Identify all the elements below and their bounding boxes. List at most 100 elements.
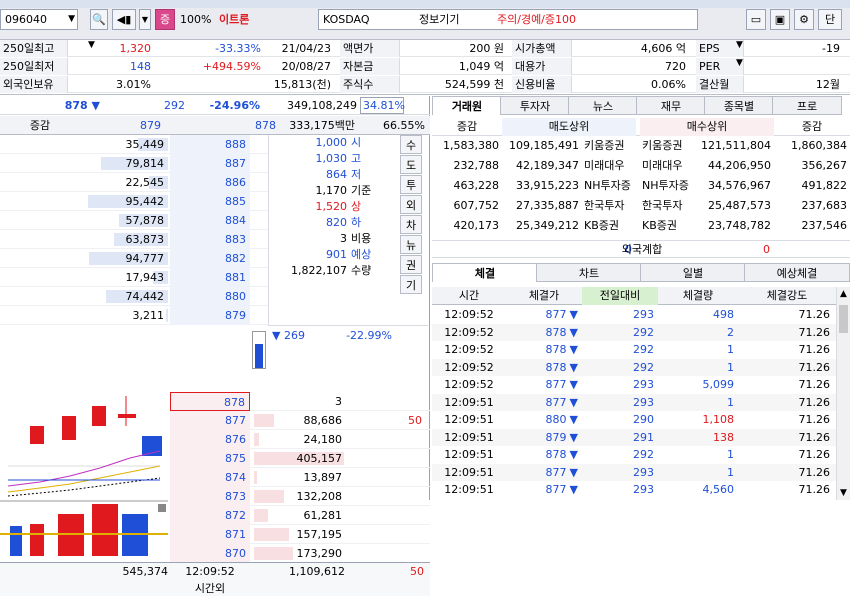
ask-price[interactable]: 888 <box>170 135 250 154</box>
ask-row[interactable]: 17,943 881 <box>0 268 268 287</box>
vertical-scrollbar[interactable]: ▲ ▼ <box>836 287 850 500</box>
trade-rows: 12:09:52 877 ▼ 293 498 71.26 12:09:52 878 ▼ 292 2 7… <box>432 306 836 500</box>
bid-price[interactable]: 872 <box>170 506 250 525</box>
bid-row[interactable]: 878 3 <box>170 392 430 411</box>
ask-price[interactable]: 881 <box>170 268 250 287</box>
ask-price[interactable]: 882 <box>170 249 250 268</box>
bid-row[interactable]: 873 132,208 <box>170 487 430 506</box>
bid-row[interactable]: 875 405,157 <box>170 449 430 468</box>
tab-0[interactable]: 거래원 <box>432 96 502 115</box>
chevron-down-icon[interactable]: ▼ <box>68 10 75 29</box>
trade-head-0[interactable]: 시간 <box>432 287 506 305</box>
info-v3: 4,606 억 <box>640 42 686 55</box>
broker-s-chg: 607,752 <box>453 199 500 212</box>
broker-head-buy-chg: 증감 <box>801 120 823 133</box>
chevron-down-icon[interactable]: ▼ <box>736 58 743 68</box>
ask-price[interactable]: 880 <box>170 287 250 306</box>
bid-price[interactable]: 876 <box>170 430 250 449</box>
gear-icon[interactable]: ⚙ <box>794 9 814 30</box>
ask-row[interactable]: 74,442 880 <box>0 287 268 306</box>
bid-price[interactable]: 870 <box>170 544 250 563</box>
bid-row[interactable]: 877 88,686 50 <box>170 411 430 430</box>
trade-head-1[interactable]: 체결가 <box>506 287 582 305</box>
down-arrow-icon: ▼ <box>569 308 578 321</box>
side-button[interactable]: 도 <box>400 155 422 174</box>
window-icon[interactable]: ▣ <box>770 9 790 30</box>
trade-head-4[interactable]: 체결강도 <box>738 287 836 305</box>
stat-value: 864 <box>326 168 347 181</box>
margin-pct: 100% <box>180 13 212 26</box>
scroll-up-icon[interactable]: ▲ <box>837 287 850 301</box>
broker-b-name[interactable]: 한국투자 <box>640 196 694 216</box>
broker-s-name[interactable]: 미래대우 <box>582 156 636 176</box>
ask-row[interactable]: 95,442 885 <box>0 192 268 211</box>
scroll-down-icon[interactable]: ▼ <box>837 486 850 500</box>
tab-1[interactable]: 투자자 <box>500 96 570 115</box>
chevron-down-icon[interactable]: ▼ <box>736 40 743 50</box>
ask-row[interactable]: 57,878 884 <box>0 211 268 230</box>
ask-row[interactable]: 94,777 882 <box>0 249 268 268</box>
bid-qty: 13,897 <box>303 471 343 484</box>
broker-s-name[interactable]: 키움증권 <box>582 136 636 156</box>
stock-code-input[interactable]: 096040 ▼ <box>0 9 78 30</box>
bid-price[interactable]: 871 <box>170 525 250 544</box>
bid-price[interactable]: 877 <box>170 411 250 430</box>
broker-b-name[interactable]: 미래대우 <box>640 156 694 176</box>
side-button[interactable]: 기 <box>400 275 422 294</box>
trade-tab-1[interactable]: 차트 <box>536 263 642 282</box>
bid-price[interactable]: 874 <box>170 468 250 487</box>
side-button[interactable]: 차 <box>400 215 422 234</box>
chevron-down-icon[interactable]: ▼ <box>139 9 151 30</box>
info-v4 <box>744 58 844 75</box>
broker-b-name[interactable]: KB증권 <box>640 216 694 236</box>
stat-row: 1,170 기준 <box>269 183 397 199</box>
ask-price[interactable]: 884 <box>170 211 250 230</box>
stat-row: 820 하 <box>269 215 397 231</box>
after-hours-button[interactable]: 시간외 <box>170 580 250 597</box>
side-button[interactable]: 수 <box>400 135 422 154</box>
tab-2[interactable]: 뉴스 <box>568 96 638 115</box>
bid-row[interactable]: 870 173,290 <box>170 544 430 563</box>
trade-head-3[interactable]: 체결량 <box>658 287 738 305</box>
bid-price[interactable]: 875 <box>170 449 250 468</box>
broker-b-qty: 25,487,573 <box>708 199 771 212</box>
ask-price[interactable]: 887 <box>170 154 250 173</box>
ask-row[interactable]: 63,873 883 <box>0 230 268 249</box>
side-button[interactable]: 뉴 <box>400 235 422 254</box>
trade-tab-2[interactable]: 일별 <box>640 263 746 282</box>
ask-price[interactable]: 886 <box>170 173 250 192</box>
layout-icon[interactable]: ▭ <box>746 9 766 30</box>
chevron-down-icon[interactable]: ▼ <box>88 40 95 50</box>
ask-row[interactable]: 3,211 879 <box>0 306 268 325</box>
single-button[interactable]: 단 <box>818 9 842 30</box>
side-button[interactable]: 권 <box>400 255 422 274</box>
tab-4[interactable]: 종목별 <box>704 96 774 115</box>
broker-s-name[interactable]: NH투자증 <box>582 176 636 196</box>
ask-row[interactable]: 79,814 887 <box>0 154 268 173</box>
bid-row[interactable]: 871 157,195 <box>170 525 430 544</box>
ask-price[interactable]: 879 <box>170 306 250 325</box>
bid-row[interactable]: 876 24,180 <box>170 430 430 449</box>
side-button[interactable]: 투 <box>400 175 422 194</box>
trade-tab-3[interactable]: 예상체결 <box>744 263 850 282</box>
bid-row[interactable]: 872 61,281 <box>170 506 430 525</box>
broker-s-name[interactable]: KB증권 <box>582 216 636 236</box>
broker-s-name[interactable]: 한국투자 <box>582 196 636 216</box>
speaker-icon[interactable]: ◀▮ <box>112 9 136 30</box>
bid-price[interactable]: 878 <box>170 392 250 411</box>
bid-row[interactable]: 874 13,897 <box>170 468 430 487</box>
search-icon[interactable]: 🔍 <box>90 9 108 30</box>
broker-b-name[interactable]: 키움증권 <box>640 136 694 156</box>
broker-b-name[interactable]: NH투자증 <box>640 176 694 196</box>
ask-row[interactable]: 22,545 886 <box>0 173 268 192</box>
trade-head-2[interactable]: 전일대비 <box>582 287 658 305</box>
tab-3[interactable]: 재무 <box>636 96 706 115</box>
trade-tab-0[interactable]: 체결 <box>432 263 538 282</box>
ask-price[interactable]: 883 <box>170 230 250 249</box>
bid-price[interactable]: 873 <box>170 487 250 506</box>
side-button[interactable]: 외 <box>400 195 422 214</box>
ask-price[interactable]: 885 <box>170 192 250 211</box>
tab-5[interactable]: 프로 <box>772 96 842 115</box>
ask-row[interactable]: 35,449 888 <box>0 135 268 154</box>
scroll-thumb[interactable] <box>839 305 848 333</box>
